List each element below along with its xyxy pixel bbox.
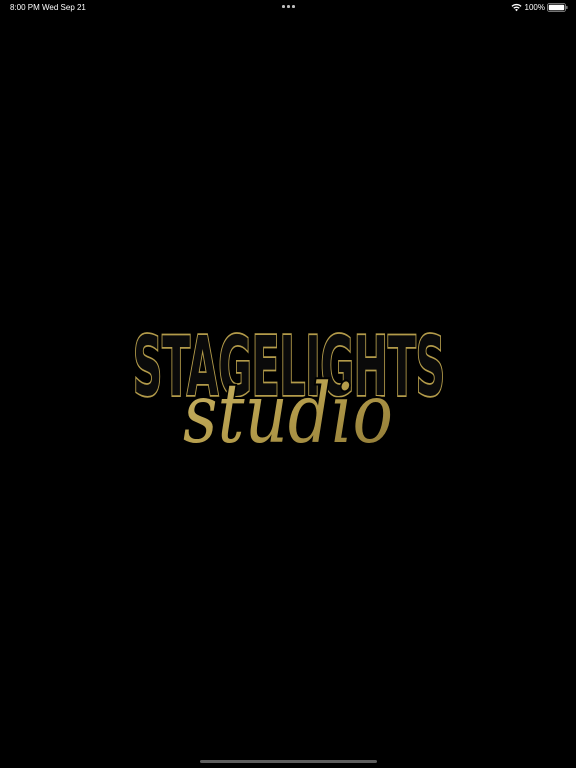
- wifi-icon: [511, 3, 522, 12]
- status-time: 8:00 PM: [10, 3, 40, 12]
- stagelights-studio-logo: STAGELIGHTS studio: [131, 318, 446, 464]
- launch-screen: 8:00 PM Wed Sep 21 100% STAGELIGHTS stud…: [0, 0, 576, 768]
- home-indicator[interactable]: [200, 760, 377, 763]
- battery-icon: [547, 3, 568, 12]
- battery-percentage: 100%: [524, 3, 545, 12]
- status-date: Wed Sep 21: [42, 3, 86, 12]
- status-bar: 8:00 PM Wed Sep 21 100%: [0, 0, 576, 16]
- multitasking-dots-icon[interactable]: [282, 5, 296, 9]
- logo-wordmark-script: studio: [183, 367, 393, 462]
